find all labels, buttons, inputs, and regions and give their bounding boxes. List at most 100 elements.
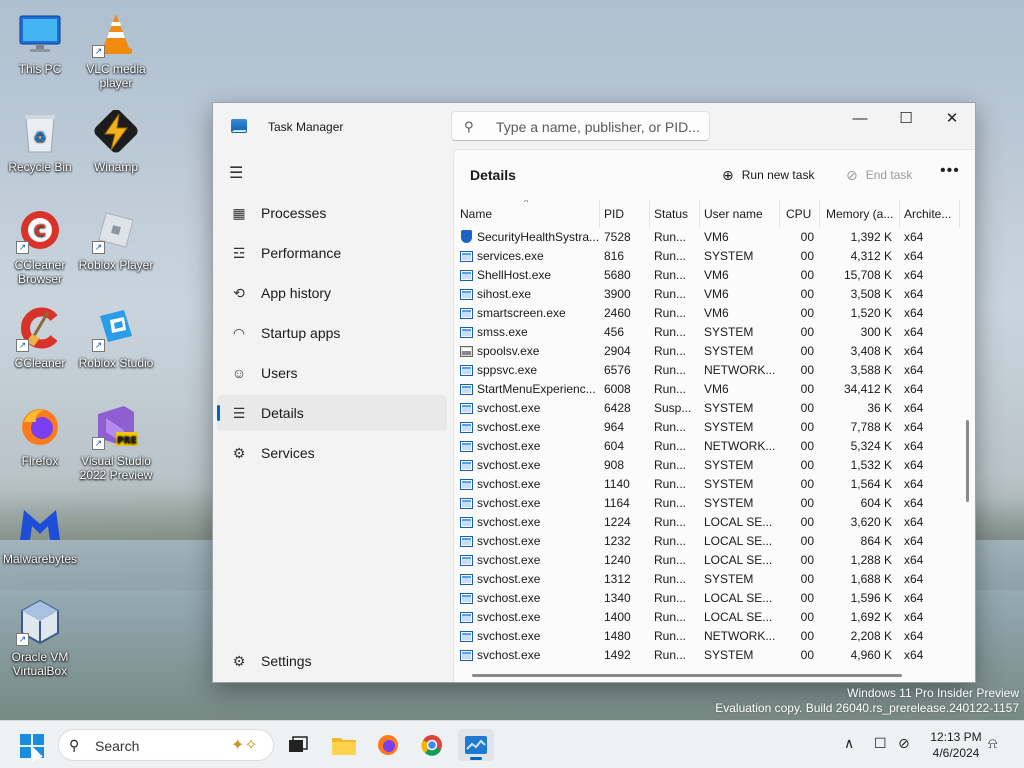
table-row[interactable]: sppsvc.exe 6576 Run... NETWORK... 00 3,588 K x… [456,361,966,380]
cell-name: svchost.exe [456,608,600,627]
cell-pid: 908 [604,458,625,472]
cell-memory: 1,688 K [850,572,892,586]
cell-architecture: x64 [904,344,924,358]
table-row[interactable]: svchost.exe 1232 Run... LOCAL SE... 00 864 K x… [456,532,966,551]
recycle-bin-icon: ♻ [16,108,64,156]
process-name: svchost.exe [477,477,541,491]
table-row[interactable]: sihost.exe 3900 Run... VM6 00 3,508 K x64 [456,285,966,304]
sidebar-item-users[interactable]: ☺ Users [217,355,447,391]
volume-muted-icon[interactable]: ⊘ [898,735,910,752]
task-manager-icon[interactable] [458,729,494,761]
table-row[interactable]: svchost.exe 1340 Run... LOCAL SE... 00 1,596 … [456,589,966,608]
taskbar-clock[interactable]: 12:13 PM 4/6/2024 [921,729,991,761]
table-row[interactable]: services.exe 816 Run... SYSTEM 00 4,312 K x64 [456,247,966,266]
cell-memory: 3,408 K [850,344,892,358]
table-row[interactable]: svchost.exe 1140 Run... SYSTEM 00 1,564 K x64 [456,475,966,494]
column-header-pid[interactable]: PID [600,200,650,228]
task-view-icon[interactable] [280,729,316,761]
table-row[interactable]: svchost.exe 1240 Run... LOCAL SE... 00 1,288 … [456,551,966,570]
table-row[interactable]: svchost.exe 1312 Run... SYSTEM 00 1,688 K x64 [456,570,966,589]
end-task-label: End task [865,168,913,182]
more-options-button[interactable]: ••• [940,162,960,180]
desktop-icon-winamp[interactable]: Winamp [76,108,156,174]
close-button[interactable]: ✕ [929,103,975,133]
sidebar-item-settings[interactable]: ⚙ Settings [217,643,447,679]
column-header-memory[interactable]: Memory (a... [820,200,900,228]
hamburger-menu-icon[interactable]: ☰ [229,163,243,183]
cell-cpu: 00 [800,363,814,377]
process-name: svchost.exe [477,458,541,472]
taskbar-search[interactable]: ⚲ Search ✦✧ [58,729,274,761]
table-row[interactable]: spoolsv.exe 2904 Run... SYSTEM 00 3,408 K x64 [456,342,966,361]
desktop-icon-this-pc[interactable]: This PC [0,10,80,76]
table-row[interactable]: StartMenuExperienc... 6008 Run... VM6 00 34,4… [456,380,966,399]
column-header-name[interactable]: Name [456,200,600,228]
sidebar-item-label: App history [261,285,332,301]
table-row[interactable]: SecurityHealthSystra... 7528 Run... VM6 00 1,… [456,228,966,247]
visual-studio-icon: PRE ↗ [92,402,140,450]
sidebar-item-app-history[interactable]: ⟲ App history [217,275,447,311]
chrome-icon[interactable] [414,729,450,761]
process-name: svchost.exe [477,534,541,548]
desktop-icon-recycle-bin[interactable]: ♻ Recycle Bin [0,108,80,174]
table-row[interactable]: svchost.exe 964 Run... SYSTEM 00 7,788 K x64 [456,418,966,437]
desktop-icon-ccleaner[interactable]: ↗ CCleaner [0,304,80,370]
table-row[interactable]: smss.exe 456 Run... SYSTEM 00 300 K x64 [456,323,966,342]
desktop-icon-malwarebytes[interactable]: Malwarebytes [0,500,80,566]
desktop-icon-virtualbox[interactable]: ↗ Oracle VM VirtualBox [0,598,80,678]
table-header: ^ Name PID Status User name CPU Memory (… [456,200,966,228]
task-manager-window[interactable]: Task Manager ⚲ — ☐ ✕ ☰ ▦ Processes ☲ Per… [212,102,976,683]
table-row[interactable]: svchost.exe 1492 Run... SYSTEM 00 4,960 K x64 [456,646,966,665]
table-row[interactable]: smartscreen.exe 2460 Run... VM6 00 1,520 K x64 [456,304,966,323]
virtualbox-icon: ↗ [16,598,64,646]
search-box[interactable]: ⚲ [451,111,710,141]
page-title: Details [470,167,516,183]
chevron-up-icon[interactable]: ∧ [844,735,854,752]
desktop-icon-ccleaner-browser[interactable]: C ↗ CCleaner Browser [0,206,80,286]
desktop-icon-vlc[interactable]: ↗ VLC media player [76,10,156,90]
cell-name: svchost.exe [456,437,600,456]
notification-bell-icon[interactable]: ⍾ [988,735,997,752]
cell-memory: 3,588 K [850,363,892,377]
horizontal-scrollbar[interactable] [472,674,902,677]
table-row[interactable]: ShellHost.exe 5680 Run... VM6 00 15,708 K x64 [456,266,966,285]
column-header-status[interactable]: Status [650,200,700,228]
desktop-icon-roblox-player[interactable]: ↗ Roblox Player [76,206,156,272]
table-row[interactable]: svchost.exe 1164 Run... SYSTEM 00 604 K x64 [456,494,966,513]
desktop-icon-roblox-studio[interactable]: ↗ Roblox Studio [76,304,156,370]
column-header-architecture[interactable]: Archite... [900,200,960,228]
vertical-scrollbar[interactable] [966,420,969,502]
run-new-task-button[interactable]: ⊕ Run new task [722,162,814,188]
app-window-icon [460,479,473,490]
network-icon[interactable]: ☐ [874,735,887,752]
table-row[interactable]: svchost.exe 604 Run... NETWORK... 00 5,324 K x… [456,437,966,456]
cell-status: Run... [654,458,687,472]
search-input[interactable] [496,118,701,136]
svg-text:C: C [34,221,46,240]
column-header-cpu[interactable]: CPU [780,200,820,228]
table-row[interactable]: svchost.exe 908 Run... SYSTEM 00 1,532 K x64 [456,456,966,475]
file-explorer-icon[interactable] [326,729,362,761]
sidebar-item-services[interactable]: ⚙ Services [217,435,447,471]
title-bar[interactable]: Task Manager ⚲ — ☐ ✕ [213,103,975,149]
sidebar-item-details[interactable]: ☰ Details [217,395,447,431]
maximize-button[interactable]: ☐ [883,103,929,133]
table-row[interactable]: svchost.exe 6428 Susp... SYSTEM 00 36 K x64 [456,399,966,418]
table-row[interactable]: svchost.exe 1224 Run... LOCAL SE... 00 3,620 … [456,513,966,532]
table-row[interactable]: svchost.exe 1480 Run... NETWORK... 00 2,208 K… [456,627,966,646]
minimize-button[interactable]: — [837,103,883,133]
desktop-icon-visual-studio[interactable]: PRE ↗ Visual Studio 2022 Preview [76,402,156,482]
end-task-button[interactable]: ⊘ End task [846,162,912,188]
cell-name: svchost.exe [456,551,600,570]
firefox-icon[interactable] [370,729,406,761]
cell-pid: 1140 [604,477,630,491]
cell-pid: 6428 [604,401,631,415]
table-row[interactable]: svchost.exe 1400 Run... LOCAL SE... 00 1,692 … [456,608,966,627]
cell-architecture: x64 [904,553,924,567]
sidebar-item-performance[interactable]: ☲ Performance [217,235,447,271]
sidebar-item-processes[interactable]: ▦ Processes [217,195,447,231]
column-header-user-name[interactable]: User name [700,200,780,228]
sidebar-item-startup-apps[interactable]: ◠ Startup apps [217,315,447,351]
desktop-icon-firefox[interactable]: Firefox [0,402,80,468]
process-name: svchost.exe [477,401,541,415]
